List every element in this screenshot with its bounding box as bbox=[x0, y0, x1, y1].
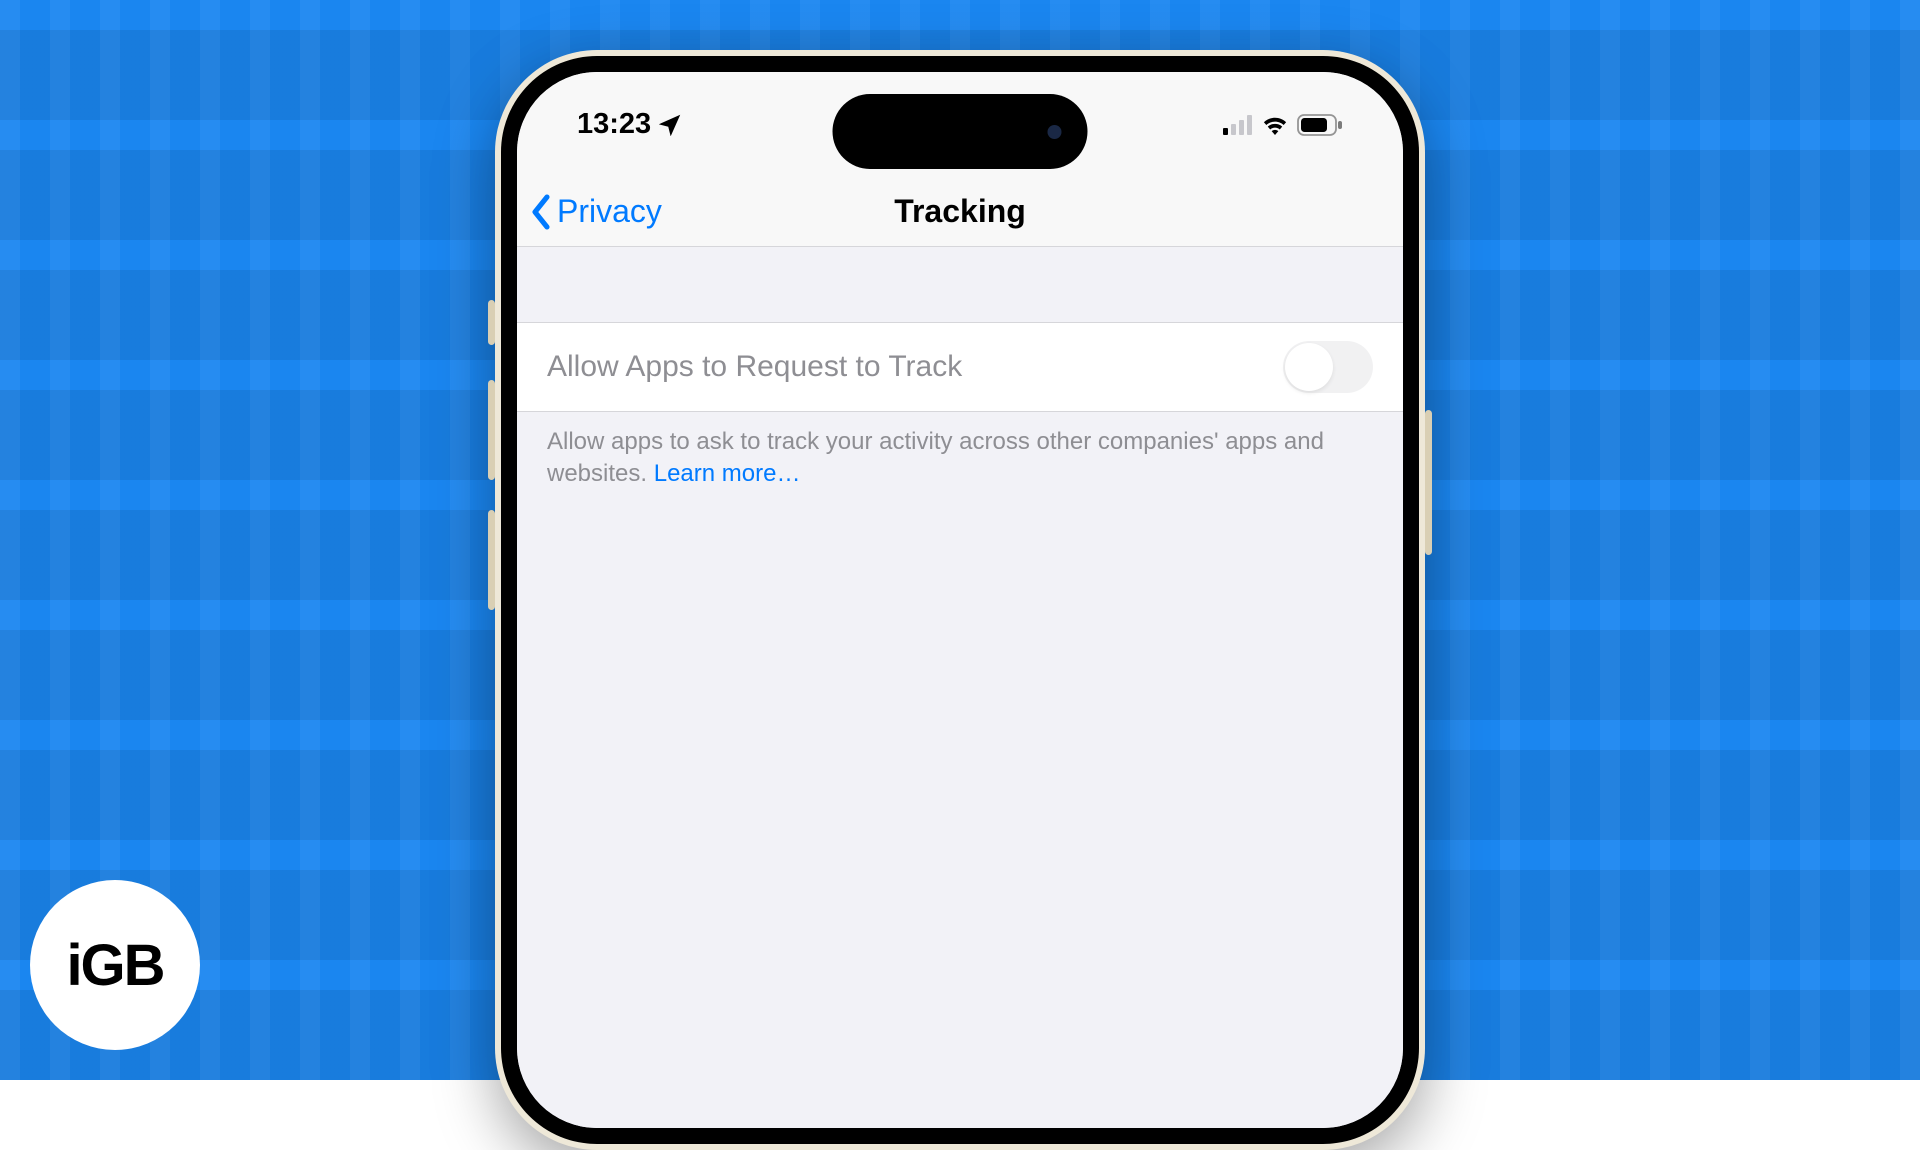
back-label: Privacy bbox=[557, 193, 662, 230]
location-icon bbox=[659, 114, 681, 136]
battery-icon bbox=[1297, 114, 1343, 136]
phone-volume-up-button bbox=[488, 380, 495, 480]
tracking-description: Allow apps to ask to track your activity… bbox=[517, 412, 1403, 505]
phone-power-button bbox=[1425, 410, 1432, 555]
allow-tracking-row: Allow Apps to Request to Track bbox=[517, 322, 1403, 412]
page-title: Tracking bbox=[894, 193, 1026, 230]
status-time: 13:23 bbox=[577, 108, 651, 141]
status-right bbox=[1223, 114, 1343, 136]
wifi-icon bbox=[1261, 115, 1289, 135]
dynamic-island bbox=[833, 94, 1088, 169]
igb-logo-badge: iGB bbox=[30, 880, 200, 1050]
toggle-knob bbox=[1285, 343, 1333, 391]
status-left: 13:23 bbox=[577, 108, 681, 141]
phone-screen: 13:23 bbox=[517, 72, 1403, 1128]
phone-side-button bbox=[488, 300, 495, 345]
cellular-icon bbox=[1223, 115, 1253, 135]
allow-tracking-toggle[interactable] bbox=[1283, 341, 1373, 393]
navigation-bar: Privacy Tracking bbox=[517, 177, 1403, 247]
phone-bezel: 13:23 bbox=[501, 56, 1419, 1144]
content-area: Allow Apps to Request to Track Allow app… bbox=[517, 247, 1403, 1128]
phone-volume-down-button bbox=[488, 510, 495, 610]
igb-logo-text: iGB bbox=[66, 932, 163, 999]
chevron-left-icon bbox=[529, 194, 553, 230]
back-button[interactable]: Privacy bbox=[517, 193, 662, 230]
learn-more-link[interactable]: Learn more… bbox=[654, 460, 801, 487]
section-spacer bbox=[517, 247, 1403, 322]
phone-frame: 13:23 bbox=[495, 50, 1425, 1150]
allow-tracking-label: Allow Apps to Request to Track bbox=[547, 350, 962, 384]
